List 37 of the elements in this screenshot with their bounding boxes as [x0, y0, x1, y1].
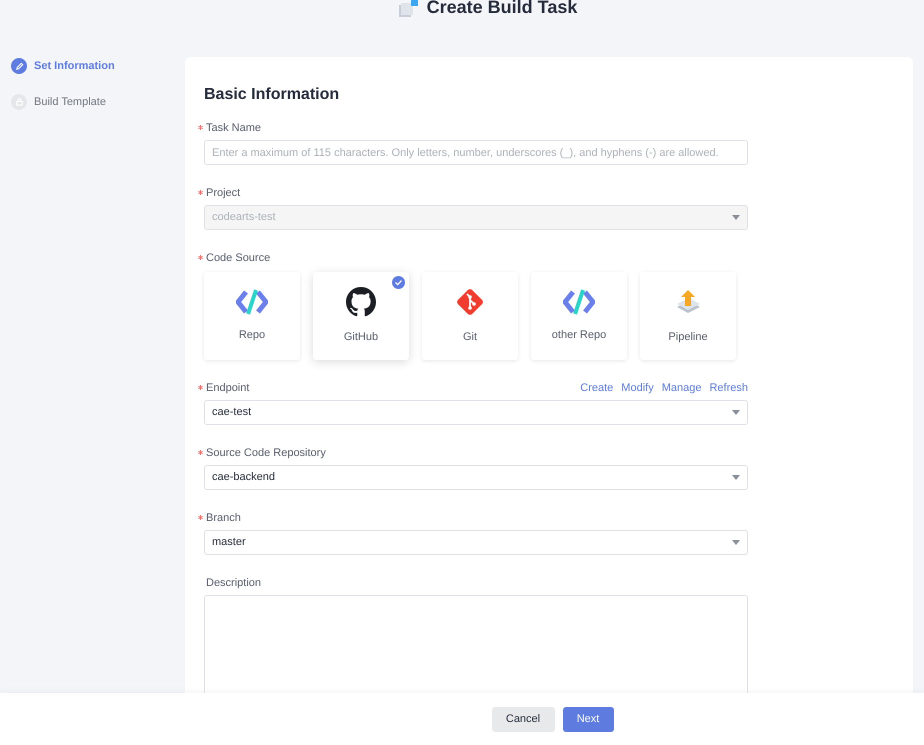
- page-title: Create Build Task: [426, 0, 578, 16]
- field-label: Code Source: [206, 250, 270, 266]
- step-item[interactable]: Build Template: [11, 94, 185, 110]
- source-card[interactable]: Git: [422, 272, 518, 360]
- code-brackets-icon: [563, 288, 595, 315]
- field-label: Source Code Repository: [206, 446, 326, 460]
- action-link[interactable]: Create: [580, 380, 614, 396]
- dropdown-caret-icon: [732, 215, 740, 220]
- field-label: Description: [206, 576, 262, 590]
- next-button[interactable]: Next: [562, 706, 614, 732]
- section-title: Basic Information: [204, 85, 340, 105]
- field-label: Task Name: [206, 120, 262, 136]
- dropdown-caret-icon: [732, 540, 740, 545]
- action-link[interactable]: Refresh: [709, 380, 748, 396]
- check-badge-icon: [392, 276, 405, 289]
- source-card[interactable]: GitHub: [313, 272, 409, 360]
- field-label: Branch: [206, 510, 241, 526]
- action-link[interactable]: Manage: [662, 380, 702, 396]
- lock-icon: [11, 94, 27, 110]
- task-name-input[interactable]: Enter a maximum of 115 characters. Only letters, number, underscores (_), and hyphens (-) are allowed.: [204, 140, 748, 165]
- select-field[interactable]: cae-test: [204, 400, 748, 425]
- dropdown-caret-icon: [732, 475, 740, 480]
- source-card[interactable]: Pipeline: [640, 272, 736, 360]
- select-field[interactable]: cae-backend: [204, 465, 748, 490]
- github-icon: [346, 286, 376, 317]
- field-label: Project: [206, 186, 240, 200]
- source-card[interactable]: other Repo: [531, 272, 627, 360]
- cubes-icon: [396, 0, 419, 19]
- cancel-button[interactable]: Cancel: [492, 706, 554, 732]
- pencil-icon: [11, 58, 27, 74]
- action-link[interactable]: Modify: [621, 380, 654, 396]
- step-item[interactable]: Set Information: [11, 58, 185, 74]
- code-brackets-icon: [236, 288, 268, 315]
- dropdown-caret-icon: [732, 410, 740, 415]
- source-card[interactable]: Repo: [204, 272, 300, 360]
- select-field[interactable]: master: [204, 530, 748, 555]
- field-label: Endpoint: [206, 380, 250, 396]
